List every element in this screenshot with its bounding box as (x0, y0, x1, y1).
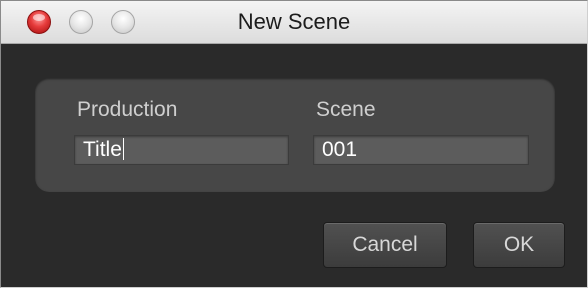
scene-field-value: 001 (322, 138, 358, 161)
production-field-value: Title (83, 138, 122, 161)
close-icon[interactable] (27, 10, 51, 34)
new-scene-dialog: New Scene Production Scene Title 001 Can… (0, 0, 588, 288)
scene-field[interactable]: 001 (313, 135, 529, 165)
zoom-icon[interactable] (111, 10, 135, 34)
dialog-content: Production Scene Title 001 Cancel OK (1, 44, 587, 287)
minimize-icon[interactable] (69, 10, 93, 34)
ok-button[interactable]: OK (473, 222, 565, 268)
cancel-button[interactable]: Cancel (323, 222, 447, 268)
production-field[interactable]: Title (74, 135, 289, 165)
fields-group: Production Scene Title 001 (35, 78, 555, 192)
title-bar[interactable]: New Scene (1, 1, 587, 44)
scene-label: Scene (316, 98, 376, 121)
production-label: Production (77, 98, 178, 121)
text-caret (122, 138, 124, 160)
